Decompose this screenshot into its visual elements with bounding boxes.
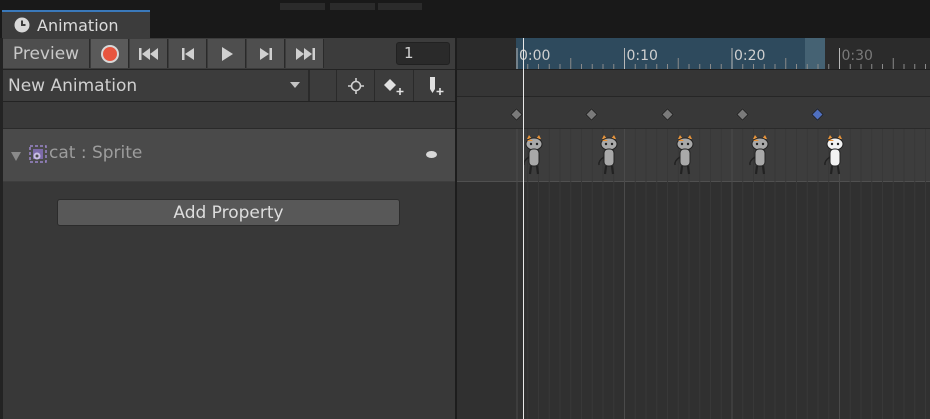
filter-by-selection-button[interactable] [336, 70, 374, 101]
property-row-cat-sprite[interactable]: cat : Sprite [3, 129, 455, 182]
summary-keyframe-row[interactable] [457, 97, 930, 129]
crosshair-icon [347, 77, 364, 94]
last-keyframe-button[interactable] [286, 39, 324, 68]
ruler-label: 0:20 [734, 48, 765, 64]
chevron-down-icon [290, 82, 300, 88]
time-ruler[interactable]: 0:00 0:10 0:20 0:30 [457, 38, 930, 70]
ruler-label: 0:10 [627, 48, 658, 64]
preview-button[interactable]: Preview [3, 39, 90, 68]
clip-name: New Animation [8, 75, 138, 96]
ruler-label: 0:30 [842, 48, 873, 64]
clip-dropdown[interactable]: New Animation [3, 70, 309, 101]
clock-icon [14, 17, 30, 33]
playback-toolbar: Preview 1 [3, 38, 455, 70]
add-keyframe-icon [384, 78, 404, 95]
clip-toolbar: New Animation [3, 70, 455, 102]
add-event-icon [429, 76, 443, 95]
record-button[interactable] [91, 39, 129, 68]
cat-sprite-icon [673, 135, 693, 175]
play-icon [221, 46, 233, 61]
property-label: cat : Sprite [49, 143, 143, 163]
record-icon [100, 44, 119, 63]
cat-sprite-icon [598, 135, 618, 175]
prev-keyframe-button[interactable] [169, 39, 207, 68]
window-top-bar [0, 0, 930, 10]
tab-animation[interactable]: Animation [2, 10, 150, 38]
cat-sprite-icon [523, 135, 543, 175]
left-panel: Preview 1 New Animation cat: Sprite Add… [0, 38, 455, 419]
cat-sprite-icon [748, 135, 769, 175]
events-lane[interactable] [457, 70, 930, 97]
cat-sprite-icon [824, 135, 844, 175]
skip-to-end-icon [295, 47, 315, 60]
skip-to-start-icon [138, 47, 158, 60]
clip-spacer [309, 70, 336, 101]
sprite-renderer-icon [29, 145, 47, 163]
tab-title: Animation [37, 15, 119, 35]
prev-frame-icon [181, 47, 194, 60]
add-property-button[interactable]: Add Property [57, 199, 400, 226]
foldout-arrow-icon[interactable] [11, 152, 21, 161]
events-row-header [3, 102, 455, 129]
timeline-area[interactable]: 0:00 0:10 0:20 0:30 [457, 38, 930, 419]
next-keyframe-button[interactable] [247, 39, 285, 68]
property-options-icon[interactable] [426, 151, 437, 158]
add-event-button[interactable] [413, 70, 455, 101]
preview-label: Preview [12, 43, 80, 64]
play-button[interactable] [208, 39, 246, 68]
add-keyframe-button[interactable] [374, 70, 413, 101]
first-keyframe-button[interactable] [130, 39, 168, 68]
playhead[interactable] [523, 38, 524, 419]
tab-strip: Animation [0, 10, 930, 38]
ruler-ticks: 0:00 0:10 0:20 0:30 [516, 48, 926, 69]
frame-input[interactable]: 1 [396, 42, 450, 65]
next-frame-icon [259, 47, 272, 60]
